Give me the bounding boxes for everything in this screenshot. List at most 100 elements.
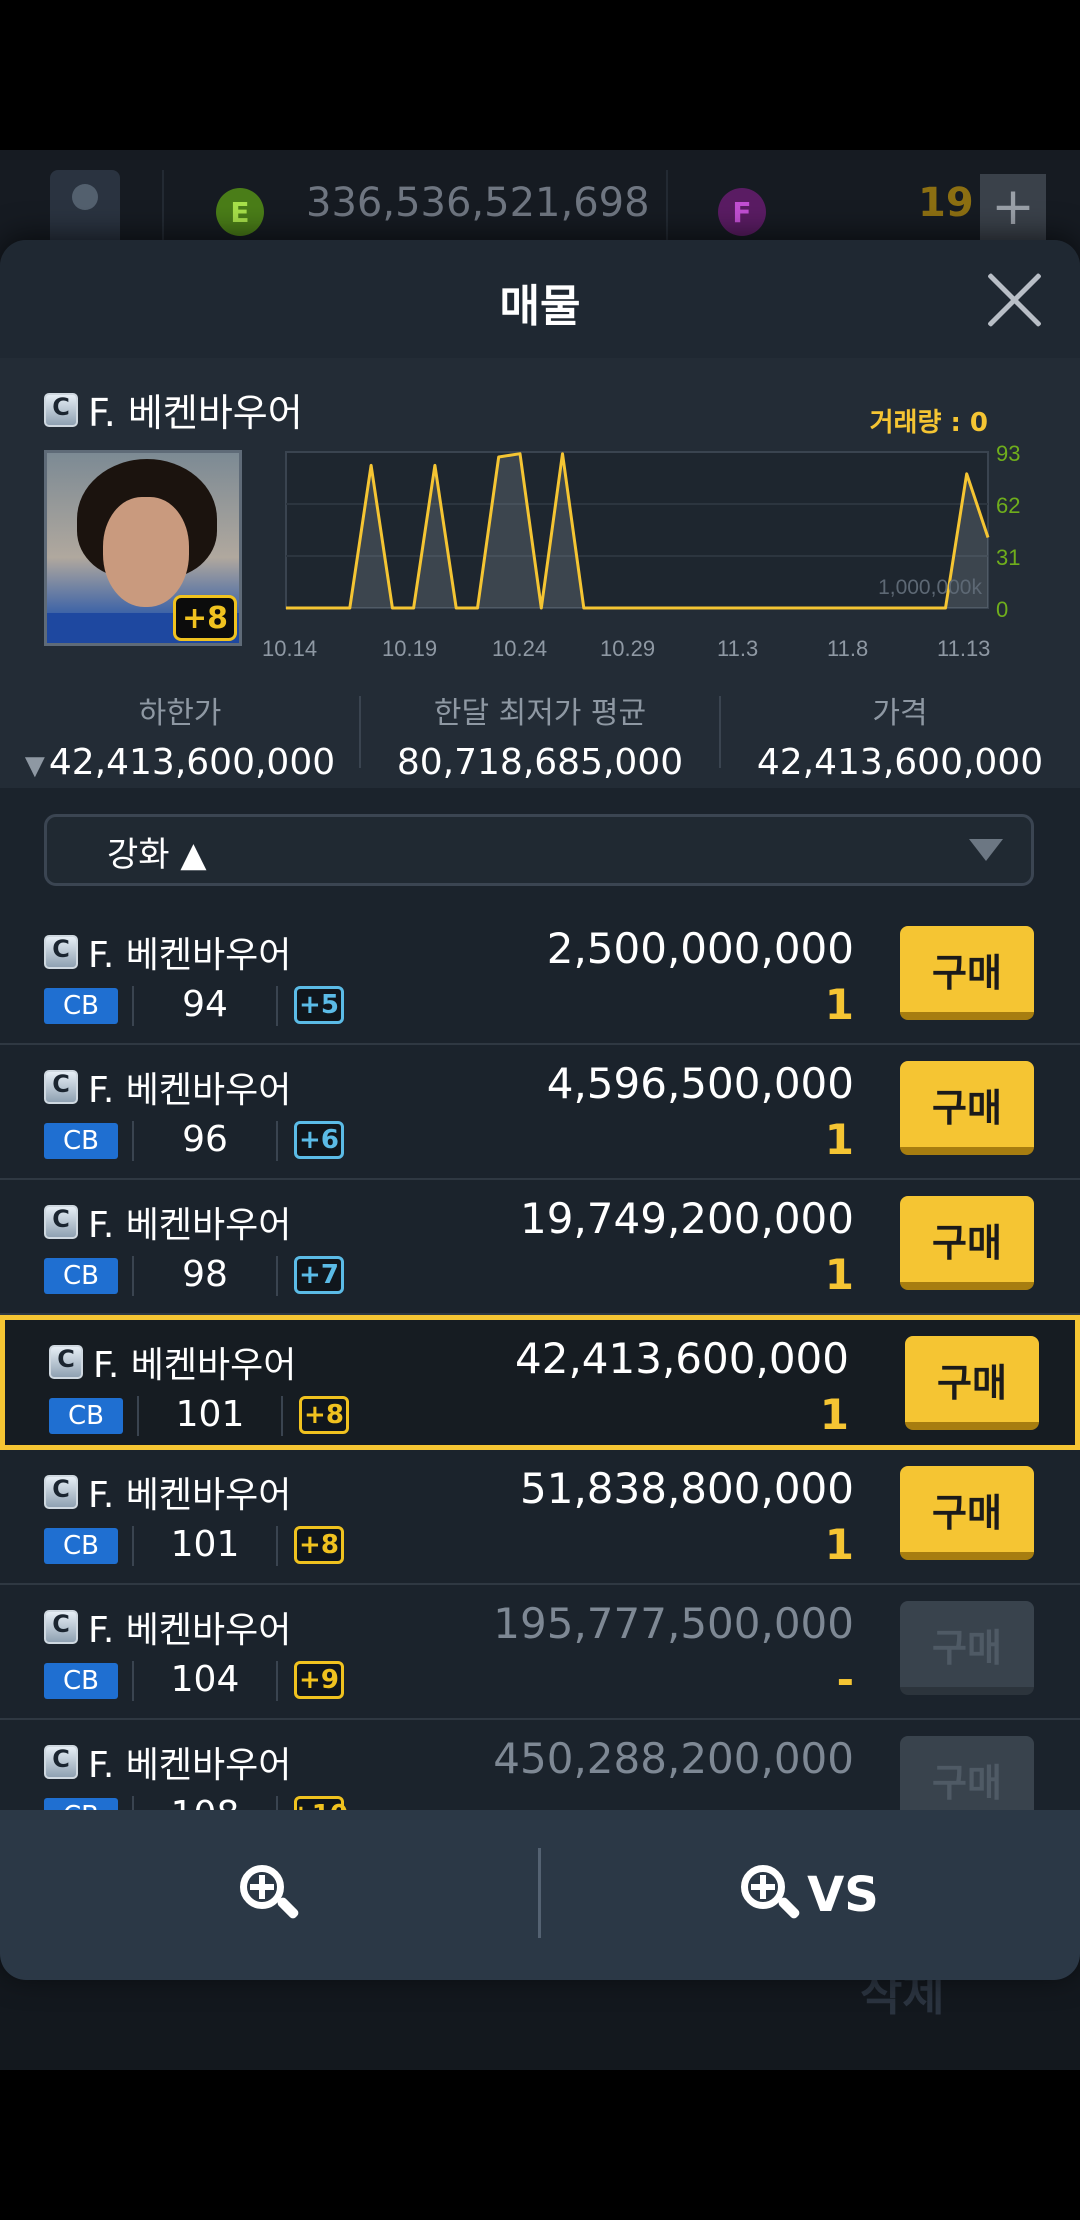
- avg-price-stat: 한달 최저가 평균 80,718,685,000: [360, 688, 720, 783]
- down-arrow-icon: ▼: [24, 751, 45, 781]
- current-price-stat: 가격 42,413,600,000: [720, 688, 1080, 783]
- zoom-in-button[interactable]: [120, 1850, 420, 1940]
- trade-volume: 거래량 : 0: [869, 408, 988, 438]
- vs-label: VS: [807, 1867, 879, 1923]
- player-photo-face: [103, 497, 189, 607]
- buy-button[interactable]: 구매: [900, 1466, 1034, 1560]
- sort-label: 강화 ▲: [107, 835, 207, 875]
- listing-name-wrap: F. 베켄바우어: [44, 1196, 291, 1248]
- min-price-value: 42,413,600,000: [48, 742, 336, 783]
- current-price-label: 가격: [872, 696, 928, 731]
- enhance-level-badge: +8: [299, 1396, 349, 1434]
- buy-button[interactable]: 구매: [900, 926, 1034, 1020]
- buy-button[interactable]: 구매: [900, 1061, 1034, 1155]
- listing-price: 19,749,200,000: [520, 1194, 854, 1243]
- divider: [132, 1661, 134, 1701]
- zoom-vs-icon: [741, 1865, 802, 1925]
- divider: [276, 1526, 278, 1566]
- listing-player-name: F. 베켄바우어: [88, 1205, 292, 1246]
- position-badge: CB: [44, 1528, 118, 1564]
- card-grade-icon: [44, 1475, 78, 1509]
- listing-player-name: F. 베켄바우어: [88, 1475, 292, 1516]
- player-name: F. 베켄바우어: [88, 391, 303, 435]
- listing-quantity: 1: [824, 1115, 854, 1164]
- listing-player-name: F. 베켄바우어: [88, 1610, 292, 1651]
- listing-name-wrap: F. 베켄바우어: [44, 1061, 291, 1113]
- bottom-toolbar: VS: [0, 1810, 1080, 1980]
- overall-rating: 101: [170, 1524, 240, 1565]
- min-price-value-wrap: ▼ 42,413,600,000: [0, 742, 360, 783]
- manager-avatar-icon: [50, 170, 120, 250]
- enhance-level-badge: +8: [294, 1526, 344, 1564]
- price-chart: 93 62 31 0 1,000,000k 10.14 10.19 10.24 10.29 11.…: [262, 441, 1020, 661]
- listing-price: 2,500,000,000: [546, 924, 854, 973]
- x-tick-label: 10.29: [600, 636, 655, 661]
- y-tick-label: 93: [996, 441, 1020, 466]
- divider: [276, 1121, 278, 1161]
- listing-price: 450,288,200,000: [493, 1734, 854, 1783]
- buy-button: 구매: [900, 1601, 1034, 1695]
- buy-button[interactable]: 구매: [905, 1336, 1039, 1430]
- divider: [276, 1661, 278, 1701]
- listing-price: 4,596,500,000: [546, 1059, 854, 1108]
- listing-name-wrap: F. 베켄바우어: [44, 1736, 291, 1788]
- add-currency-button: +: [980, 174, 1046, 240]
- card-grade-icon: [44, 935, 78, 969]
- listing-row[interactable]: F. 베켄바우어 CB 96 +6 4,596,500,000 1 구매: [0, 1045, 1080, 1180]
- x-tick-label: 11.3: [717, 636, 758, 661]
- position-badge: CB: [44, 988, 118, 1024]
- avg-price-value: 80,718,685,000: [396, 742, 684, 783]
- enhance-level-badge: +5: [294, 986, 344, 1024]
- chart-unit-label: 1,000,000k: [878, 576, 982, 599]
- position-badge: CB: [44, 1663, 118, 1699]
- listing-modal: 매물 F. 베켄바우어 거래량 : 0 +8 93 62 31 0 1,000,000k…: [0, 240, 1080, 1980]
- x-tick-label: 10.19: [382, 636, 437, 661]
- listing-name-wrap: F. 베켄바우어: [44, 1466, 291, 1518]
- divider: [137, 1396, 139, 1436]
- listing-player-name: F. 베켄바우어: [88, 935, 292, 976]
- listing-quantity: 1: [819, 1390, 849, 1439]
- buy-button[interactable]: 구매: [900, 1196, 1034, 1290]
- listing-row[interactable]: F. 베켄바우어 CB 101 +8 51,838,800,000 1 구매: [0, 1450, 1080, 1585]
- zoom-vs-button[interactable]: VS: [660, 1850, 960, 1940]
- card-grade-icon: [44, 1205, 78, 1239]
- listing-player-name: F. 베켄바우어: [88, 1070, 292, 1111]
- f-coin-icon: F: [718, 188, 766, 236]
- sort-dropdown[interactable]: 강화 ▲: [44, 814, 1034, 886]
- listing-name-wrap: F. 베켄바우어: [44, 926, 291, 978]
- y-tick-label: 62: [996, 493, 1020, 518]
- avg-price-label: 한달 최저가 평균: [433, 696, 647, 731]
- e-coin-icon: E: [216, 188, 264, 236]
- overall-rating: 96: [182, 1119, 228, 1160]
- modal-header: 매물: [0, 240, 1080, 358]
- enhance-level-badge: +9: [294, 1661, 344, 1699]
- divider: [132, 1526, 134, 1566]
- overall-rating: 104: [170, 1659, 240, 1700]
- modal-title: 매물: [499, 281, 581, 332]
- e-currency-amount: 336,536,521,698: [306, 180, 650, 226]
- overall-rating: 94: [182, 984, 228, 1025]
- divider: [276, 1256, 278, 1296]
- enhance-level-badge: +6: [294, 1121, 344, 1159]
- x-tick-label: 10.24: [492, 636, 547, 661]
- listing-row[interactable]: F. 베켄바우어 CB 94 +5 2,500,000,000 1 구매: [0, 910, 1080, 1045]
- card-grade-icon: [44, 392, 78, 427]
- listing-row[interactable]: F. 베켄바우어 CB 104 +9 195,777,500,000 -구매: [0, 1585, 1080, 1720]
- f-currency-count: 19: [918, 180, 974, 226]
- player-info-panel: F. 베켄바우어 거래량 : 0 +8 93 62 31 0 1,000,000k 10.…: [0, 358, 1080, 788]
- listing-name-wrap: F. 베켄바우어: [49, 1336, 296, 1388]
- zoom-in-icon: [240, 1865, 301, 1925]
- close-icon[interactable]: [984, 270, 1044, 330]
- min-price-stat: 하한가 ▼ 42,413,600,000: [0, 688, 360, 783]
- divider: [276, 986, 278, 1026]
- listing-row[interactable]: F. 베켄바우어 CB 101 +8 42,413,600,000 1 구매: [0, 1315, 1080, 1450]
- listing-quantity: 1: [824, 1250, 854, 1299]
- listing-row[interactable]: F. 베켄바우어 CB 98 +7 19,749,200,000 1 구매: [0, 1180, 1080, 1315]
- x-tick-label: 11.13: [937, 636, 990, 661]
- divider: [666, 170, 668, 250]
- card-grade-icon: [44, 1070, 78, 1104]
- y-tick-label: 0: [996, 597, 1008, 622]
- status-bar-area: [0, 0, 1080, 150]
- price-stats: 하한가 ▼ 42,413,600,000 한달 최저가 평균 80,718,685…: [0, 688, 1080, 788]
- sort-bar: 강화 ▲: [0, 788, 1080, 910]
